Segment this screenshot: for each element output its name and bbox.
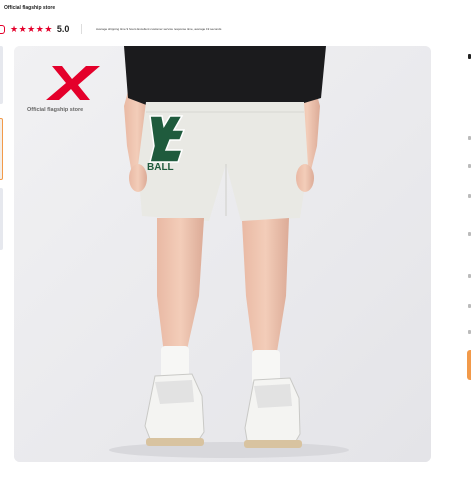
svg-text:BALL: BALL: [147, 162, 174, 173]
star-icon: ★: [18, 23, 27, 34]
star-icon: ★: [35, 23, 44, 34]
thumbnail-selected[interactable]: [0, 118, 3, 180]
thumbnail[interactable]: [0, 46, 3, 104]
logo-caption: Official flagship store: [27, 107, 84, 113]
store-title[interactable]: Official flagship store: [4, 5, 55, 11]
side-action-button[interactable]: [467, 350, 471, 380]
star-icon: ★: [27, 23, 36, 34]
side-panel-edge: [462, 46, 471, 426]
thumbnail[interactable]: [0, 188, 3, 250]
service-info: Average shipping time 9 hours Excellent …: [96, 27, 222, 31]
star-icon: ★: [44, 23, 53, 34]
store-rating-row: ★ ★ ★ ★ ★ 5.0: [0, 23, 83, 35]
rating-score: 5.0: [56, 24, 70, 34]
divider: [81, 24, 83, 34]
brand-logo: [46, 66, 100, 100]
star-icon: ★: [10, 23, 19, 34]
product-main-image[interactable]: BALL Official flagship store: [14, 46, 431, 462]
store-badge-icon: [0, 24, 5, 34]
rating-stars: ★ ★ ★ ★ ★: [10, 23, 53, 34]
